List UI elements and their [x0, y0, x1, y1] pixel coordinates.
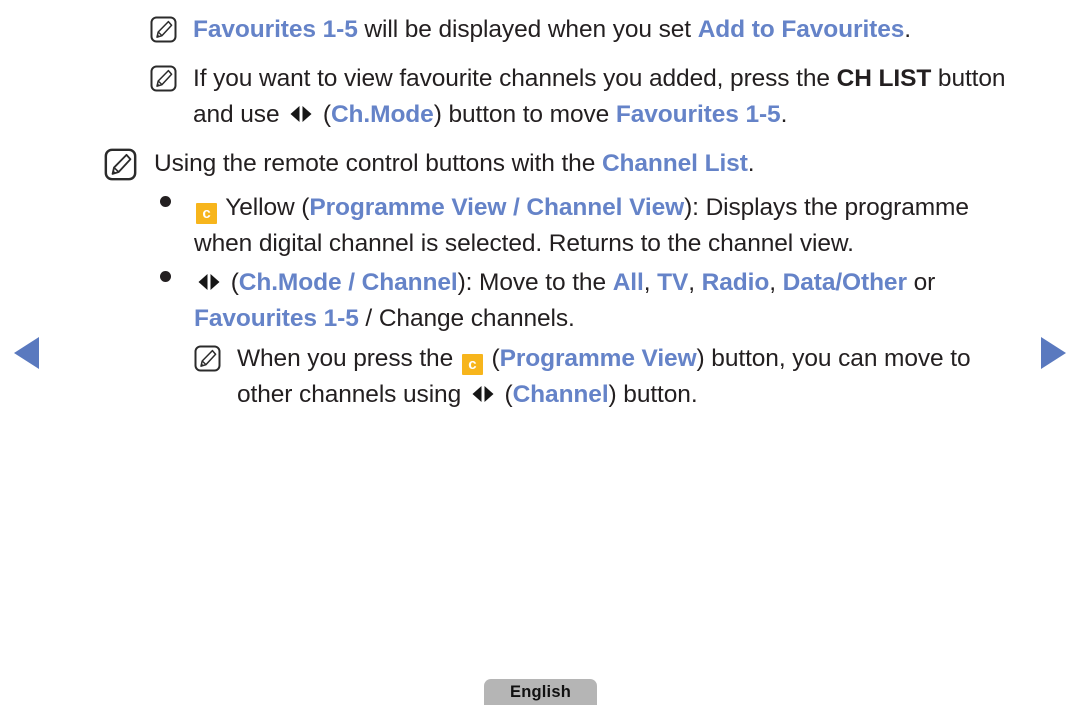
body-text: , — [643, 269, 658, 296]
body-text: or — [906, 269, 936, 296]
language-button[interactable]: English — [484, 679, 597, 705]
highlight-text: All — [612, 269, 644, 296]
highlight-text: Ch.Mode / Channel — [238, 269, 458, 296]
body-text: ): Move to the — [457, 269, 613, 296]
body-text: ( — [484, 345, 500, 372]
body-text: / Change channels. — [358, 305, 575, 332]
note-text-4: When you press the c (Programme View) bu… — [237, 341, 1024, 413]
body-text: ( — [316, 101, 331, 128]
note-row-3: Using the remote control buttons with th… — [104, 146, 1024, 182]
highlight-text: Add to Favourites — [697, 16, 905, 43]
highlight-text: TV — [657, 269, 689, 296]
highlight-text: Radio — [701, 269, 770, 296]
highlight-text: Favourites 1-5 — [193, 16, 358, 43]
body-text: , — [769, 269, 783, 296]
next-page-arrow-icon[interactable] — [1041, 337, 1066, 369]
body-text: will be displayed when you set — [357, 16, 698, 43]
note-row-1: Favourites 1-5 will be displayed when yo… — [150, 12, 1030, 48]
body-text: ( — [497, 381, 513, 408]
note-pencil-icon — [150, 65, 177, 92]
body-text: Yellow ( — [219, 194, 310, 221]
note-text-1: Favourites 1-5 will be displayed when yo… — [193, 12, 911, 48]
emphasis-text: CH LIST — [836, 65, 932, 92]
bullet-row-1: c Yellow (Programme View / Channel View)… — [160, 190, 1030, 262]
left-right-arrows-icon — [196, 272, 222, 292]
body-text: . — [747, 150, 755, 177]
left-right-arrows-icon — [470, 384, 496, 404]
body-text: ) button to move — [433, 101, 616, 128]
body-text: If you want to view favourite channels y… — [193, 65, 837, 92]
bullet-dot-icon — [160, 196, 171, 215]
note-text-2: If you want to view favourite channels y… — [193, 61, 1030, 133]
note-row-4: When you press the c (Programme View) bu… — [194, 341, 1024, 413]
highlight-text: Programme View — [499, 345, 697, 372]
note-pencil-icon — [150, 16, 177, 43]
highlight-text: Channel — [512, 381, 609, 408]
left-right-arrows-icon — [288, 104, 314, 124]
highlight-text: Favourites 1-5 — [194, 305, 359, 332]
bullet-text-1: c Yellow (Programme View / Channel View)… — [194, 190, 1030, 262]
body-text: ( — [224, 269, 239, 296]
highlight-text: Channel List — [601, 150, 748, 177]
manual-page: Favourites 1-5 will be displayed when yo… — [0, 0, 1080, 705]
yellow-c-button-icon: c — [196, 203, 217, 224]
bullet-text-2: (Ch.Mode / Channel): Move to the All, TV… — [194, 265, 1030, 337]
body-text: , — [688, 269, 702, 296]
body-text: ) button. — [608, 381, 698, 408]
highlight-text: Favourites 1-5 — [615, 101, 781, 128]
body-text: . — [904, 16, 911, 43]
highlight-text: Programme View / Channel View — [309, 194, 685, 221]
yellow-c-button-icon: c — [461, 354, 483, 375]
bullet-dot-icon — [160, 271, 171, 290]
highlight-text: Data/Other — [782, 269, 907, 296]
bullet-row-2: (Ch.Mode / Channel): Move to the All, TV… — [160, 265, 1030, 337]
note-pencil-icon — [194, 345, 221, 372]
body-text: . — [780, 101, 788, 128]
body-text: When you press the — [237, 345, 460, 372]
highlight-text: Ch.Mode — [330, 101, 434, 128]
body-text: Using the remote control buttons with th… — [154, 150, 602, 177]
note-text-3: Using the remote control buttons with th… — [154, 146, 755, 182]
note-row-2: If you want to view favourite channels y… — [150, 61, 1030, 133]
note-pencil-icon — [104, 148, 137, 181]
previous-page-arrow-icon[interactable] — [14, 337, 39, 369]
